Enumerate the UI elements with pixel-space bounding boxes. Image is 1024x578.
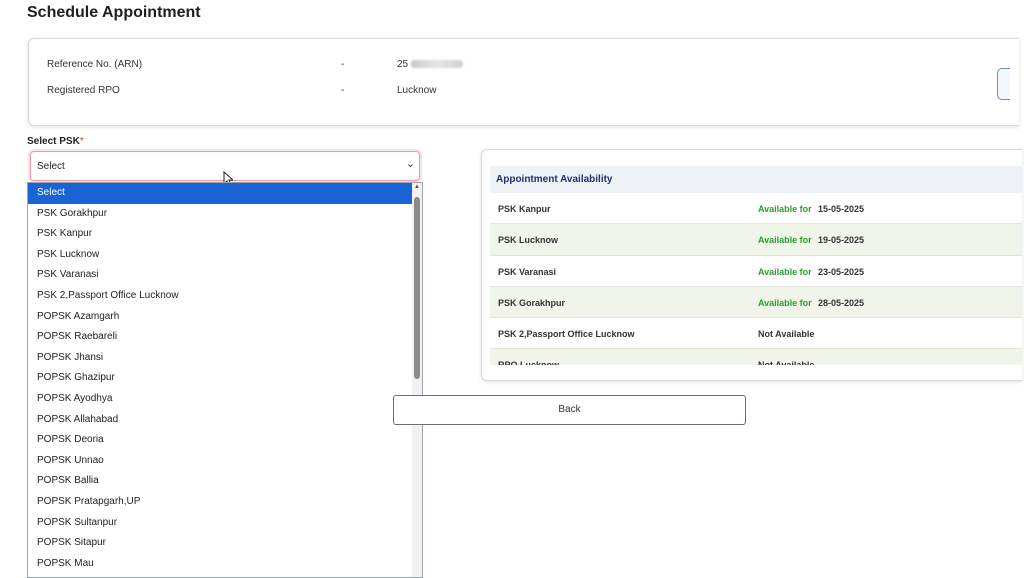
availability-status: Available for [758, 204, 812, 214]
scrollbar-thumb[interactable] [414, 197, 420, 379]
availability-status: Available for [758, 297, 812, 308]
availability-psk-name: PSK 2,Passport Office Lucknow [498, 329, 635, 340]
edge-button[interactable] [997, 68, 1010, 100]
availability-row: PSK Gorakhpur Available for 28-05-2025 [490, 286, 1022, 319]
chevron-down-icon: ⌄ [405, 158, 415, 170]
availability-row: PSK Lucknow Available for 19-05-2025 [490, 224, 1022, 256]
availability-date: 28-05-2025 [818, 297, 865, 308]
dropdown-option[interactable]: POPSK Deoria [28, 430, 422, 451]
info-row-arn: Reference No. (ARN) - 25 [47, 59, 464, 70]
dropdown-option[interactable]: PSK Varanasi [28, 265, 422, 286]
masked-arn-digits [411, 60, 464, 69]
availability-psk-name: PSK Kanpur [498, 204, 551, 214]
availability-status: Available for [758, 235, 812, 246]
scroll-up-icon[interactable]: ▲ [414, 184, 420, 190]
availability-card: Appointment Availability PSK Kanpur Avail… [481, 149, 1022, 381]
dropdown-option[interactable]: POPSK Jhansi [28, 348, 422, 369]
dropdown-option[interactable]: PSK 2,Passport Office Lucknow [28, 286, 422, 307]
arn-separator: - [341, 59, 345, 70]
availability-row: PSK Kanpur Available for 15-05-2025 [490, 193, 1022, 225]
arn-label: Reference No. (ARN) [47, 59, 143, 70]
availability-row: PSK Varanasi Available for 23-05-2025 [490, 256, 1022, 287]
availability-date: 15-05-2025 [818, 204, 865, 214]
dropdown-option[interactable]: PSK Kanpur [28, 224, 422, 245]
dropdown-option[interactable]: POPSK Ayodhya [28, 389, 422, 410]
dropdown-option[interactable]: POPSK Sitapur [28, 533, 422, 554]
info-row-rpo: Registered RPO - Lucknow [47, 85, 436, 96]
dropdown-option[interactable]: PSK Lucknow [28, 245, 422, 266]
application-info-card: Reference No. (ARN) - 25 Registered RPO … [28, 38, 1019, 126]
dropdown-option[interactable]: POPSK Azamgarh [28, 307, 422, 328]
dropdown-option[interactable]: POPSK Unnao [28, 451, 422, 472]
availability-status: Available for [758, 266, 812, 277]
required-mark: * [79, 136, 84, 147]
availability-date: 23-05-2025 [818, 266, 865, 277]
select-psk-label: Select PSK* [27, 136, 84, 147]
availability-date: 19-05-2025 [818, 235, 865, 246]
dropdown-option[interactable]: POPSK Pratapgarh,UP [28, 492, 422, 513]
dropdown-option[interactable]: POPSK Mau [28, 554, 422, 575]
availability-psk-name: PSK Varanasi [498, 266, 557, 277]
dropdown-option[interactable]: POPSK Raebareli [28, 327, 422, 348]
dropdown-option[interactable]: POPSK Sultanpur [28, 513, 422, 534]
availability-row: PSK 2,Passport Office Lucknow Not Availab… [490, 318, 1022, 350]
dropdown-option[interactable]: Select [28, 183, 422, 204]
dropdown-scrollbar[interactable]: ▲ [412, 183, 422, 577]
psk-select-value: Select [37, 161, 65, 172]
availability-psk-name: PSK Lucknow [498, 235, 559, 246]
arn-value: 25 [397, 59, 464, 70]
rpo-value: Lucknow [397, 85, 437, 96]
availability-psk-name: PSK Gorakhpur [498, 297, 566, 308]
dropdown-option[interactable]: POPSK Allahabad [28, 410, 422, 431]
availability-status: Not Available [758, 329, 815, 340]
dropdown-option[interactable]: PSK Gorakhpur [28, 204, 422, 225]
availability-title: Appointment Availability [490, 166, 1022, 193]
dropdown-option[interactable]: POPSK Ballia [28, 471, 422, 492]
psk-dropdown-list[interactable]: Select PSK Gorakhpur PSK Kanpur PSK Lucknow… [27, 182, 423, 578]
availability-status: Not Available [758, 360, 814, 365]
availability-row: RPO Lucknow Not Available [490, 349, 1022, 365]
availability-table: PSK Kanpur Available for 15-05-2025 PSK Luc… [490, 193, 1022, 365]
rpo-separator: - [341, 85, 345, 96]
rpo-label: Registered RPO [47, 85, 120, 96]
page-title: Schedule Appointment [27, 4, 201, 21]
availability-psk-name: RPO Lucknow [498, 360, 559, 365]
dropdown-option[interactable]: POPSK Ghazipur [28, 368, 422, 389]
back-button[interactable]: Back [393, 395, 746, 425]
